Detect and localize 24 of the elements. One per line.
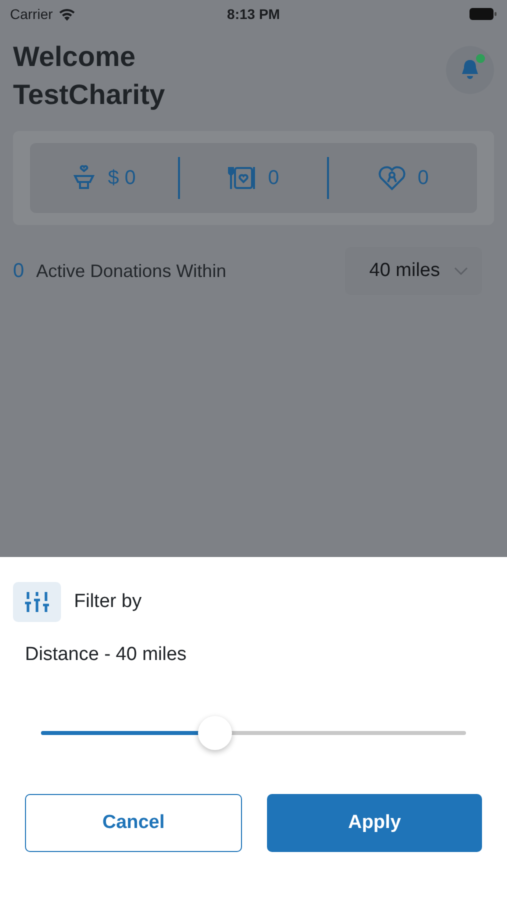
carrier-name: Carrier: [10, 6, 53, 22]
distance-label: Distance - 40 miles: [25, 644, 188, 666]
chevron-down-icon: [454, 267, 468, 275]
stat-value: $ 0: [108, 166, 136, 190]
battery-icon: [469, 7, 497, 21]
distance-dropdown[interactable]: 40 miles: [345, 247, 482, 295]
apply-button[interactable]: Apply: [267, 794, 482, 852]
status-time: 8:13 PM: [227, 6, 280, 22]
filter-title: Filter by: [74, 591, 142, 613]
donation-count: 0: [13, 260, 24, 282]
stat-value: 0: [418, 166, 429, 190]
bell-icon: [460, 59, 480, 81]
heart-ribbon-icon: [378, 165, 406, 191]
sliders-icon: [24, 591, 50, 613]
welcome-title: TestCharity: [13, 78, 165, 112]
bowl-heart-icon: [72, 165, 96, 191]
active-donations-label: Active Donations Within: [36, 260, 228, 282]
welcome-title: Welcome: [13, 40, 136, 74]
plate-cutlery-icon: [228, 165, 256, 191]
notification-button[interactable]: [446, 46, 494, 94]
slider-thumb[interactable]: [198, 716, 232, 750]
wifi-icon: [58, 7, 76, 21]
stat-value: 0: [268, 166, 280, 190]
cancel-button[interactable]: Cancel: [25, 794, 242, 852]
